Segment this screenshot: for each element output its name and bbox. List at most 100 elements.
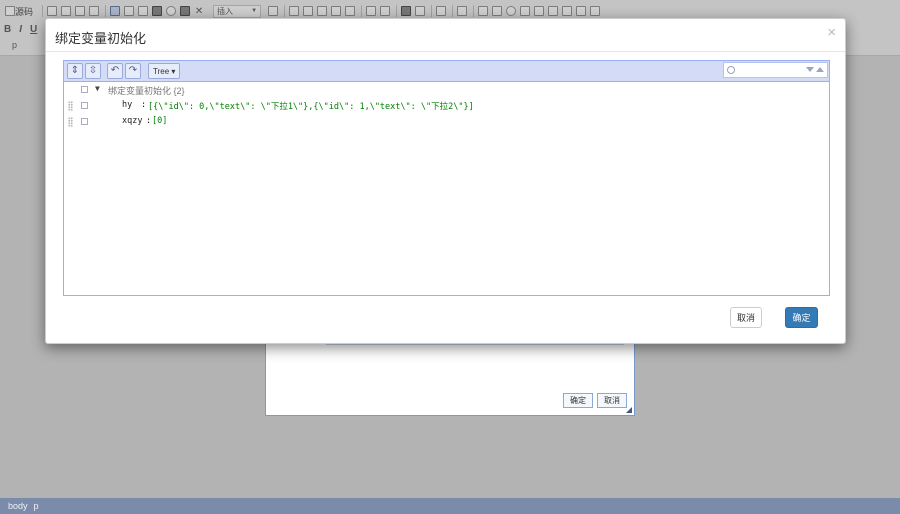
search-next-icon[interactable] bbox=[806, 67, 814, 72]
button-field-button[interactable] bbox=[561, 4, 573, 18]
toolbar-separator bbox=[284, 5, 286, 17]
status-bar: body p bbox=[0, 498, 900, 514]
textarea-button[interactable] bbox=[533, 4, 545, 18]
search-box[interactable] bbox=[723, 62, 828, 78]
refresh-icon bbox=[166, 6, 177, 16]
search-nav bbox=[806, 67, 824, 72]
paste-plain-button[interactable] bbox=[330, 4, 342, 18]
copy-button[interactable] bbox=[302, 4, 314, 18]
toolbar-row-3: p bbox=[4, 38, 17, 52]
paste-button[interactable] bbox=[316, 4, 328, 18]
select-field-icon bbox=[548, 6, 559, 16]
cut-button[interactable] bbox=[288, 4, 300, 18]
link-button[interactable] bbox=[88, 4, 100, 18]
undo-edit-icon bbox=[366, 6, 377, 16]
tree-row-root: ▼ 绑定变量初始化 {2} bbox=[64, 82, 829, 98]
undo-button[interactable]: ↶ bbox=[107, 63, 123, 79]
source-button[interactable]: 源码 bbox=[4, 4, 37, 18]
tree-row: hy : [{\"id\": 0,\"text\": \"下拉1\"},{\"i… bbox=[64, 98, 829, 114]
close-icon[interactable]: × bbox=[827, 25, 836, 40]
search-input[interactable] bbox=[738, 64, 808, 76]
textarea-icon bbox=[534, 6, 545, 16]
bold-button[interactable]: B bbox=[4, 24, 11, 35]
undo-edit-button[interactable] bbox=[365, 4, 377, 18]
drag-handle-icon[interactable] bbox=[68, 101, 73, 111]
resize-handle-icon[interactable] bbox=[626, 407, 632, 413]
status-path-body[interactable]: body bbox=[8, 501, 28, 511]
radio-button[interactable] bbox=[505, 4, 517, 18]
collapse-all-button[interactable]: ⇳ bbox=[85, 63, 101, 79]
field-separator: : bbox=[146, 116, 152, 126]
tree-row: xqzy : [0] bbox=[64, 114, 829, 130]
paste-word-button[interactable] bbox=[344, 4, 356, 18]
ok-button[interactable]: 确定 bbox=[785, 307, 818, 328]
field-separator: : bbox=[141, 100, 147, 110]
spellcheck-button[interactable] bbox=[456, 4, 468, 18]
toolbar-separator bbox=[452, 5, 454, 17]
field-value[interactable]: [{\"id\": 0,\"text\": \"下拉1\"},{\"id\": … bbox=[148, 100, 474, 112]
redo-edit-button[interactable] bbox=[379, 4, 391, 18]
image-icon bbox=[576, 6, 587, 16]
context-menu-button[interactable] bbox=[81, 118, 88, 125]
remove-button[interactable]: ✕ bbox=[193, 4, 205, 18]
mode-select-button[interactable]: Tree ▾ bbox=[148, 63, 181, 79]
refresh-button[interactable] bbox=[165, 4, 177, 18]
preview-button[interactable] bbox=[137, 4, 149, 18]
find-button[interactable] bbox=[400, 4, 412, 18]
form-button[interactable] bbox=[477, 4, 489, 18]
checkbox-button[interactable] bbox=[491, 4, 503, 18]
select-all-button[interactable] bbox=[435, 4, 447, 18]
undo-icon: ↶ bbox=[110, 65, 120, 76]
expand-all-button[interactable]: ⇕ bbox=[67, 63, 83, 79]
button-field-icon bbox=[562, 6, 573, 16]
cancel-button[interactable]: 取消 bbox=[730, 307, 762, 328]
underline-button[interactable]: U bbox=[30, 24, 37, 35]
status-path-p[interactable]: p bbox=[34, 501, 39, 511]
redo-icon bbox=[75, 6, 86, 16]
new-page-button[interactable] bbox=[123, 4, 135, 18]
save-button[interactable] bbox=[109, 4, 121, 18]
template-button[interactable] bbox=[267, 4, 279, 18]
checkbox-icon bbox=[492, 6, 503, 16]
context-menu-button[interactable] bbox=[81, 86, 88, 93]
redo-button[interactable] bbox=[74, 4, 86, 18]
preview-icon bbox=[138, 6, 149, 16]
context-menu-button[interactable] bbox=[81, 102, 88, 109]
collapse-all-icon: ⇳ bbox=[88, 65, 98, 76]
paste-text-button[interactable] bbox=[46, 4, 58, 18]
template-icon bbox=[268, 6, 279, 16]
field-key[interactable]: hy bbox=[122, 100, 132, 110]
spellcheck-icon bbox=[457, 6, 468, 16]
italic-button[interactable]: I bbox=[19, 24, 22, 35]
redo-icon: ↷ bbox=[128, 65, 138, 76]
drag-handle-icon[interactable] bbox=[68, 117, 73, 127]
toolbar-separator bbox=[431, 5, 433, 17]
new-page-icon bbox=[124, 6, 135, 16]
toolbar-separator bbox=[473, 5, 475, 17]
background-cancel-button[interactable]: 取消 bbox=[597, 393, 627, 408]
hidden-field-icon bbox=[590, 6, 601, 16]
cut-icon bbox=[289, 6, 300, 16]
toolbar-separator bbox=[42, 5, 44, 17]
hidden-field-button[interactable] bbox=[589, 4, 601, 18]
modal-footer: 取消 确定 bbox=[46, 300, 845, 344]
lock-button[interactable] bbox=[179, 4, 191, 18]
textfield-button[interactable] bbox=[519, 4, 531, 18]
paste-text-icon bbox=[47, 6, 58, 16]
field-key[interactable]: xqzy bbox=[122, 116, 142, 126]
undo-button[interactable] bbox=[60, 4, 72, 18]
json-editor-menu: ⇕ ⇳ ↶ ↷ Tree ▾ bbox=[64, 61, 829, 82]
redo-button[interactable]: ↷ bbox=[125, 63, 141, 79]
image-button[interactable] bbox=[575, 4, 587, 18]
background-ok-button[interactable]: 确定 bbox=[563, 393, 593, 408]
modal-title: 绑定变量初始化 bbox=[55, 31, 147, 46]
toolbar-row-1: 源码 ✕ 插入 ▼ bbox=[4, 3, 603, 19]
print-icon bbox=[152, 6, 163, 16]
replace-button[interactable] bbox=[414, 4, 426, 18]
select-field-button[interactable] bbox=[547, 4, 559, 18]
print-button[interactable] bbox=[151, 4, 163, 18]
search-previous-icon[interactable] bbox=[816, 67, 824, 72]
collapse-triangle-icon[interactable]: ▼ bbox=[95, 84, 100, 93]
field-value[interactable]: [0] bbox=[152, 116, 167, 126]
insert-select[interactable]: 插入 ▼ bbox=[213, 4, 262, 18]
